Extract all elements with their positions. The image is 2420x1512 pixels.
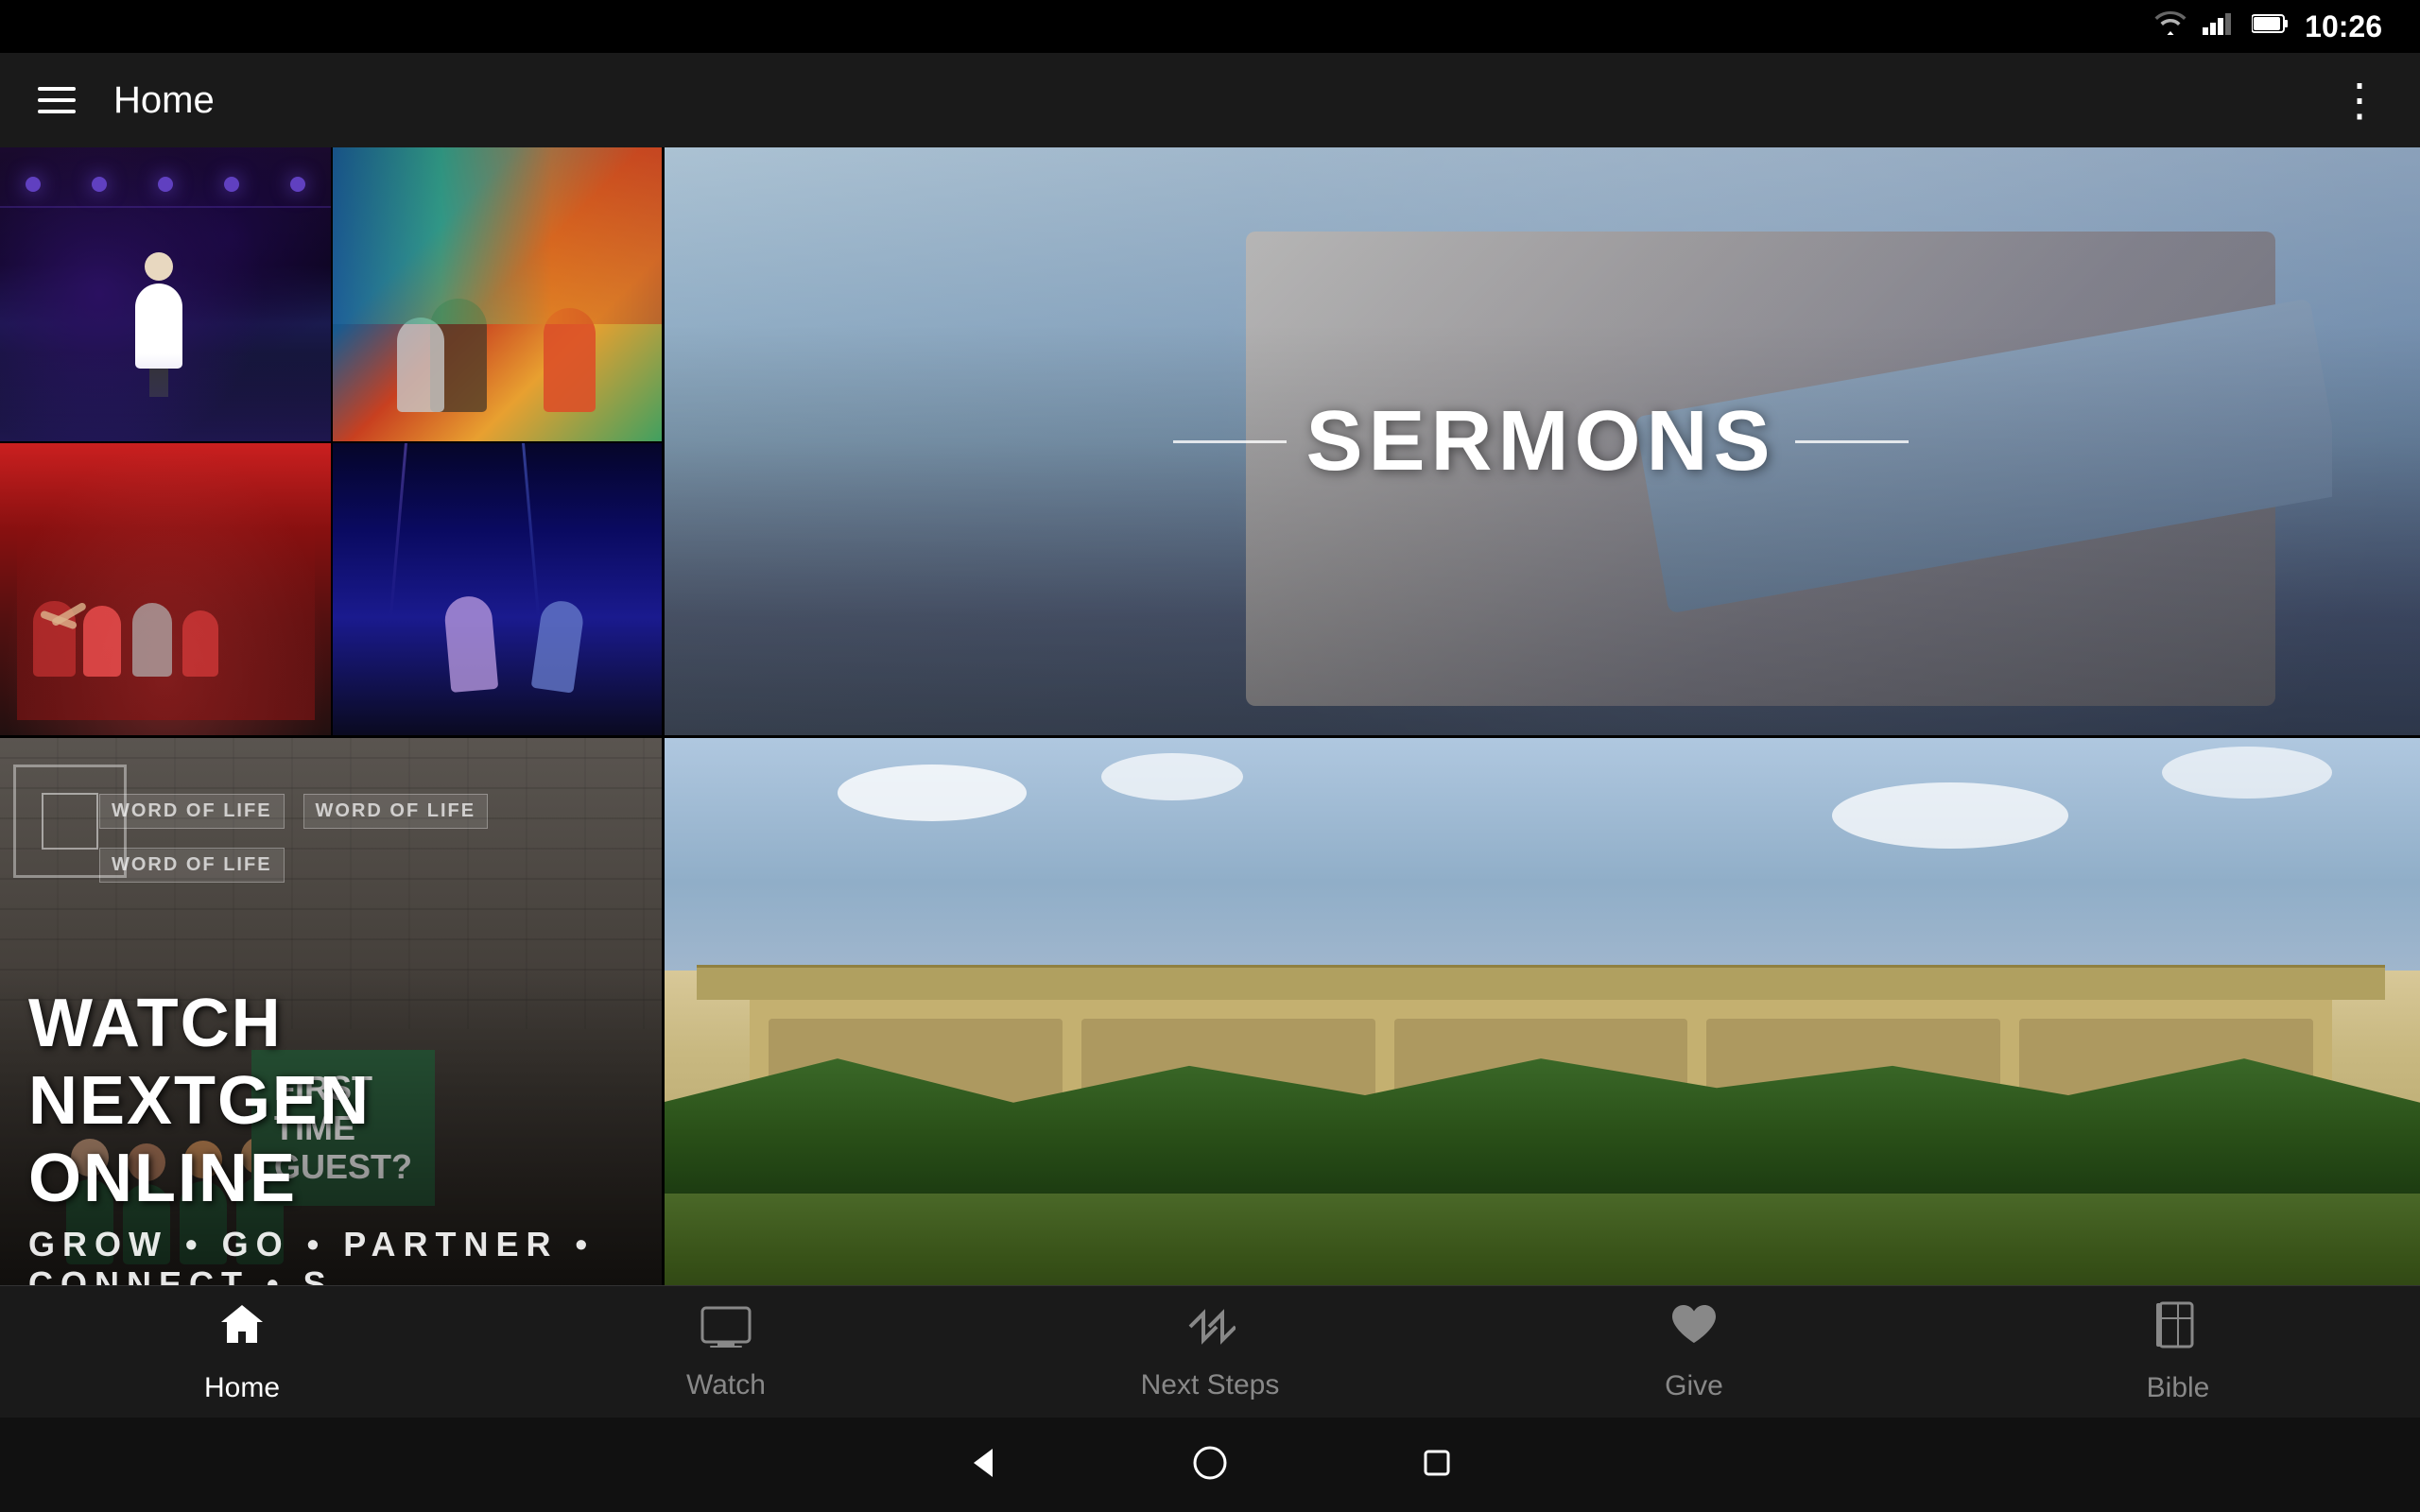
- nav-item-give[interactable]: Give: [1599, 1301, 1789, 1402]
- content-grid: SERMONS WORD OF LIFE WORD OF LIFE WORD O…: [0, 147, 2420, 1323]
- sermons-title: SERMONS: [1305, 393, 1775, 490]
- nav-label-bible: Bible: [2147, 1372, 2210, 1404]
- recents-button[interactable]: [1418, 1444, 1456, 1486]
- signal-icon: [2203, 10, 2237, 43]
- watch-nextgen-title: WATCH NEXTGEN ONLINE: [28, 985, 633, 1217]
- home-icon: [216, 1299, 268, 1363]
- hamburger-menu-button[interactable]: [38, 87, 76, 113]
- status-time: 10:26: [2305, 9, 2382, 44]
- performers-panel[interactable]: [331, 147, 662, 441]
- watch-icon: [700, 1303, 752, 1360]
- back-button[interactable]: [964, 1444, 1002, 1486]
- status-bar: 10:26: [0, 0, 2420, 53]
- system-nav-bar: [0, 1418, 2420, 1512]
- building-panel[interactable]: [662, 735, 2420, 1323]
- bible-icon: [2152, 1299, 2204, 1363]
- dance-panel[interactable]: [331, 441, 662, 735]
- bottom-navigation: Home Watch Next Steps Give: [0, 1285, 2420, 1418]
- nextsteps-icon: [1184, 1303, 1236, 1360]
- nav-item-bible[interactable]: Bible: [2083, 1299, 2273, 1404]
- nav-label-home: Home: [204, 1372, 280, 1404]
- battery-icon: [2252, 11, 2290, 42]
- kids-crowd-panel[interactable]: [0, 441, 331, 735]
- give-icon: [1668, 1301, 1720, 1361]
- sermons-overlay: SERMONS: [662, 147, 2420, 735]
- nav-item-watch[interactable]: Watch: [631, 1303, 821, 1401]
- page-title: Home: [113, 79, 2337, 122]
- nav-label-watch: Watch: [686, 1369, 766, 1401]
- app-bar: Home ⋮: [0, 53, 2420, 147]
- sermons-panel[interactable]: SERMONS: [662, 147, 2420, 735]
- first-time-guest-panel[interactable]: WORD OF LIFE WORD OF LIFE WORD OF LIFE: [0, 735, 662, 1323]
- nav-label-give: Give: [1665, 1370, 1723, 1402]
- more-options-button[interactable]: ⋮: [2337, 74, 2382, 127]
- speaker-panel[interactable]: [0, 147, 331, 441]
- nav-label-nextsteps: Next Steps: [1141, 1369, 1280, 1401]
- nav-item-home[interactable]: Home: [147, 1299, 337, 1404]
- home-button[interactable]: [1191, 1444, 1229, 1486]
- nav-item-nextsteps[interactable]: Next Steps: [1115, 1303, 1305, 1401]
- wifi-icon: [2153, 10, 2187, 43]
